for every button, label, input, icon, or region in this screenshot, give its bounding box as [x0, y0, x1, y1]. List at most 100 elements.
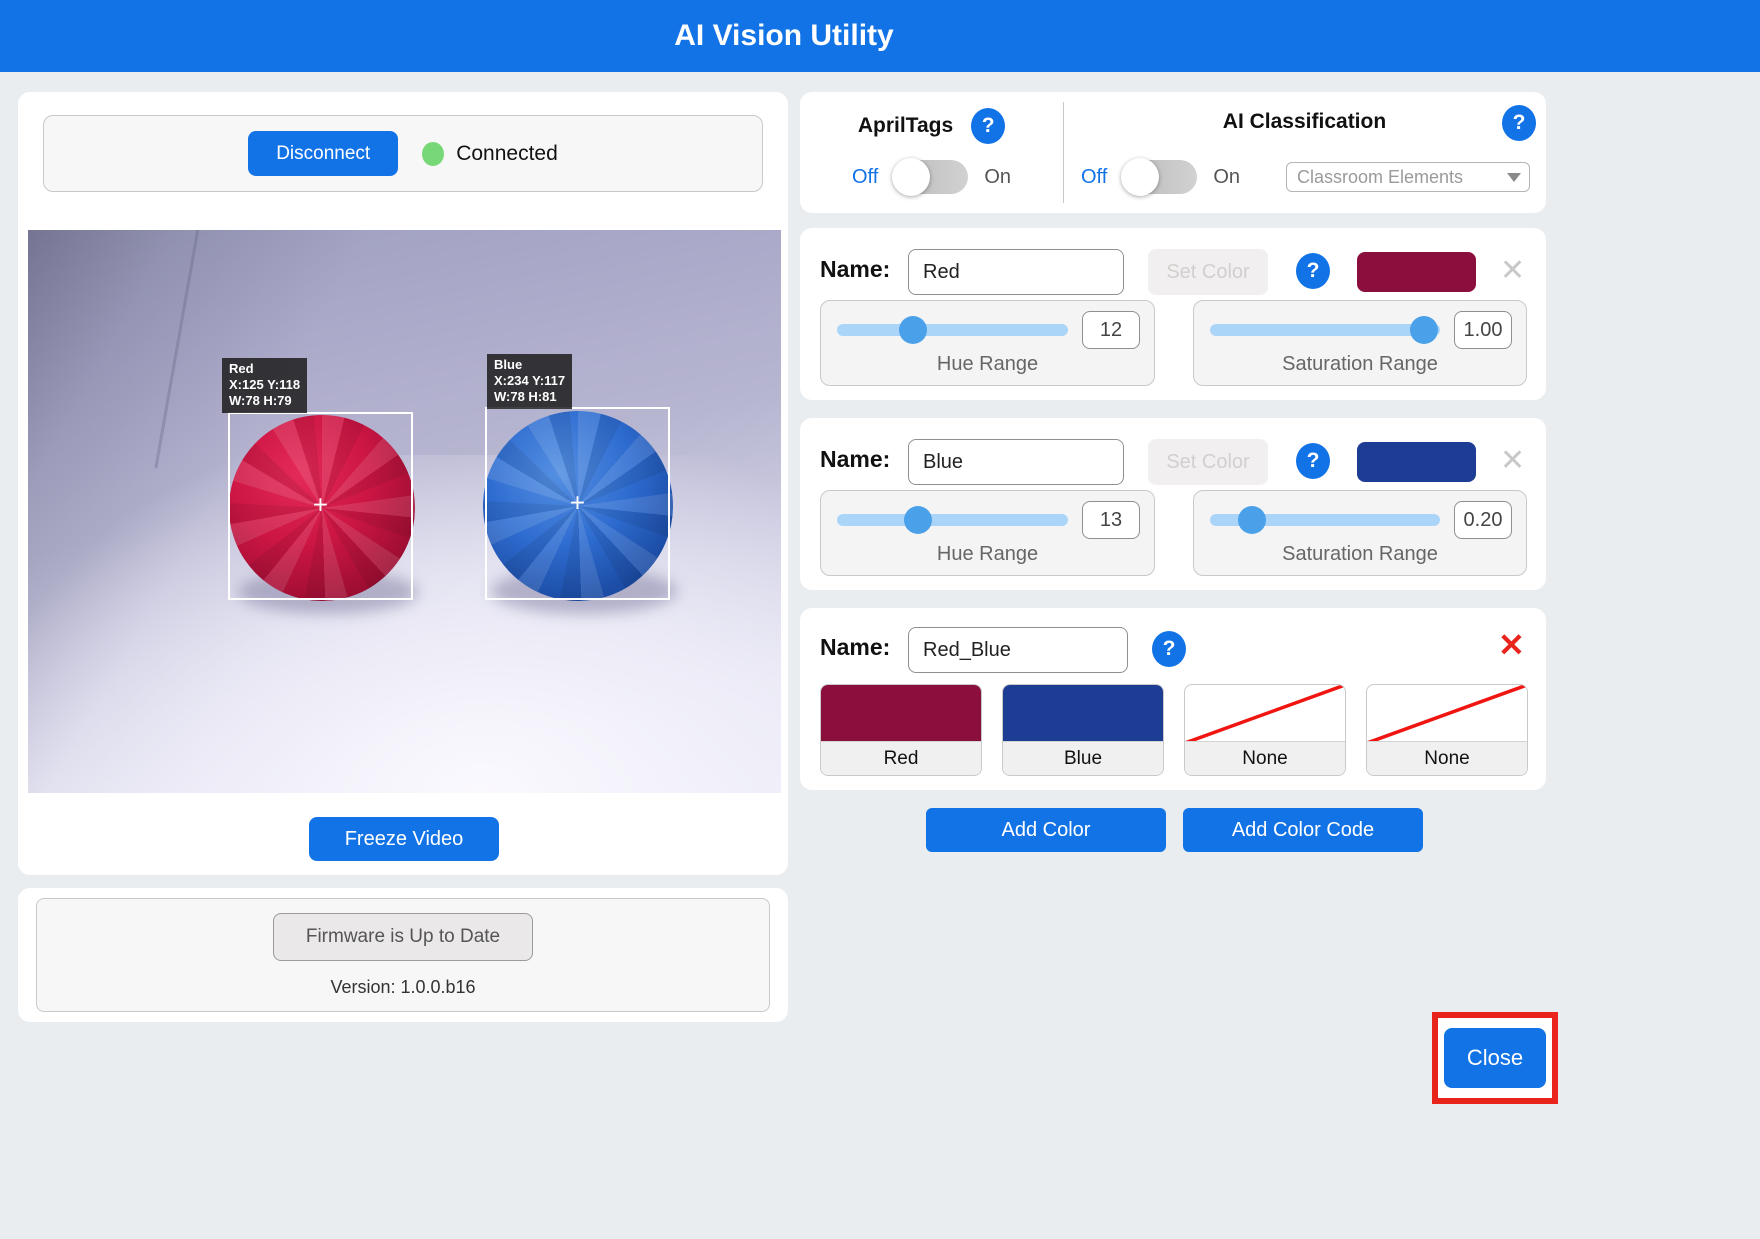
none-diagonal-icon — [1367, 685, 1527, 743]
detection-size: W:78 H:79 — [229, 393, 300, 409]
detection-name: Red — [229, 361, 300, 377]
remove-color-icon[interactable]: ✕ — [1500, 252, 1525, 290]
ai-classification-toggle[interactable] — [1123, 160, 1197, 194]
slider-thumb[interactable] — [899, 316, 927, 344]
detection-name: Blue — [494, 357, 565, 373]
color-row-red: Name: Set Color ? ✕ 12 Hue Range 1.00 — [800, 228, 1546, 400]
none-diagonal-icon — [1185, 685, 1345, 743]
hue-range-value: 13 — [1082, 501, 1140, 539]
chevron-down-icon — [1507, 173, 1521, 182]
set-color-button: Set Color — [1148, 439, 1268, 485]
ai-off-label: Off — [1081, 166, 1107, 189]
delete-color-code-icon[interactable]: ✕ — [1498, 626, 1525, 664]
slider-track — [837, 514, 1068, 526]
red-detection-label: Red X:125 Y:118 W:78 H:79 — [222, 358, 307, 413]
saturation-range-panel: 1.00 Saturation Range — [1193, 300, 1527, 386]
color-row-blue: Name: Set Color ? ✕ 13 Hue Range 0.20 — [800, 418, 1546, 590]
color-code-slot-2[interactable]: Blue — [1002, 684, 1164, 776]
color-help-icon[interactable]: ? — [1296, 443, 1330, 479]
color-code-slot-4[interactable]: None — [1366, 684, 1528, 776]
slot-label: Red — [821, 741, 981, 775]
saturation-range-slider[interactable] — [1210, 309, 1440, 351]
hue-range-label: Hue Range — [821, 543, 1154, 566]
color-code-slot-1[interactable]: Red — [820, 684, 982, 776]
ai-model-dropdown-value: Classroom Elements — [1297, 167, 1463, 188]
firmware-version-text: Version: 1.0.0.b16 — [37, 977, 769, 998]
ai-model-dropdown[interactable]: Classroom Elements — [1286, 162, 1530, 192]
set-color-button: Set Color — [1148, 249, 1268, 295]
disconnect-button[interactable]: Disconnect — [248, 131, 398, 176]
detection-size: W:78 H:81 — [494, 389, 565, 405]
color-help-icon[interactable]: ? — [1296, 253, 1330, 289]
saturation-range-panel: 0.20 Saturation Range — [1193, 490, 1527, 576]
ai-classification-title: AI Classification — [1063, 110, 1546, 134]
toggle-knob — [892, 158, 930, 196]
slot-color — [821, 685, 981, 743]
hue-range-slider[interactable] — [837, 309, 1068, 351]
saturation-range-value: 1.00 — [1454, 311, 1512, 349]
slot-color — [1003, 685, 1163, 743]
freeze-video-button[interactable]: Freeze Video — [309, 817, 499, 861]
red-detection-box: + — [228, 412, 413, 600]
ai-classification-help-icon[interactable]: ? — [1502, 105, 1536, 141]
detection-coords: X:125 Y:118 — [229, 377, 300, 393]
apriltags-help-icon[interactable]: ? — [971, 108, 1005, 144]
saturation-range-slider[interactable] — [1210, 499, 1440, 541]
saturation-range-label: Saturation Range — [1194, 543, 1526, 566]
firmware-status-button[interactable]: Firmware is Up to Date — [273, 913, 533, 961]
page-title: AI Vision Utility — [0, 19, 1568, 53]
slider-thumb[interactable] — [1410, 316, 1438, 344]
color-swatch — [1357, 442, 1476, 482]
crosshair-icon: + — [570, 487, 585, 518]
camera-feed[interactable]: + + Red X:125 Y:118 W:78 H:79 Blue X:234… — [28, 230, 781, 793]
slot-label: None — [1185, 741, 1345, 775]
hue-range-value: 12 — [1082, 311, 1140, 349]
color-swatch — [1357, 252, 1476, 292]
toggle-knob — [1121, 158, 1159, 196]
detection-coords: X:234 Y:117 — [494, 373, 565, 389]
connection-status-text: Connected — [456, 142, 558, 166]
add-color-button[interactable]: Add Color — [926, 808, 1166, 852]
saturation-range-value: 0.20 — [1454, 501, 1512, 539]
connection-bar: Disconnect Connected — [43, 115, 763, 192]
add-color-code-button[interactable]: Add Color Code — [1183, 808, 1423, 852]
name-label: Name: — [820, 446, 890, 473]
ai-classification-section: AI Classification ? Off On Classroom Ele… — [1063, 92, 1546, 213]
remove-color-icon[interactable]: ✕ — [1500, 442, 1525, 480]
ai-vision-utility-window: AI Vision Utility Disconnect Connected +… — [0, 0, 1760, 1239]
slider-track — [1210, 324, 1440, 336]
apriltags-section: AprilTags ? Off On — [800, 92, 1063, 213]
camera-card: Disconnect Connected + + Red X:125 Y:1 — [18, 92, 788, 875]
slider-thumb[interactable] — [904, 506, 932, 534]
title-bar: AI Vision Utility — [0, 0, 1760, 72]
blue-detection-label: Blue X:234 Y:117 W:78 H:81 — [487, 354, 572, 409]
slider-thumb[interactable] — [1238, 506, 1266, 534]
slot-label: None — [1367, 741, 1527, 775]
slider-track — [837, 324, 1068, 336]
apriltags-toggle[interactable] — [894, 160, 968, 194]
color-code-slot-3[interactable]: None — [1184, 684, 1346, 776]
close-button[interactable]: Close — [1444, 1028, 1546, 1088]
connected-indicator-icon — [422, 142, 444, 166]
name-label: Name: — [820, 256, 890, 283]
ai-on-label: On — [1213, 166, 1240, 189]
blue-detection-box: + — [485, 407, 670, 600]
hue-range-panel: 12 Hue Range — [820, 300, 1155, 386]
crosshair-icon: + — [313, 489, 328, 520]
connection-status: Connected — [422, 142, 558, 166]
hue-range-panel: 13 Hue Range — [820, 490, 1155, 576]
hue-range-label: Hue Range — [821, 353, 1154, 376]
slot-label: Blue — [1003, 741, 1163, 775]
apriltags-on-label: On — [984, 166, 1011, 189]
detection-modes-card: AprilTags ? Off On AI Classification ? O… — [800, 92, 1546, 213]
color-name-input[interactable] — [908, 249, 1124, 295]
color-code-name-input[interactable] — [908, 627, 1128, 673]
name-label: Name: — [820, 634, 890, 661]
color-code-help-icon[interactable]: ? — [1152, 631, 1186, 667]
apriltags-title: AprilTags — [858, 114, 953, 138]
hue-range-slider[interactable] — [837, 499, 1068, 541]
firmware-card: Firmware is Up to Date Version: 1.0.0.b1… — [18, 888, 788, 1022]
firmware-panel: Firmware is Up to Date Version: 1.0.0.b1… — [36, 898, 770, 1012]
color-code-row: Name: ? ✕ Red Blue None None — [800, 608, 1546, 790]
color-name-input[interactable] — [908, 439, 1124, 485]
